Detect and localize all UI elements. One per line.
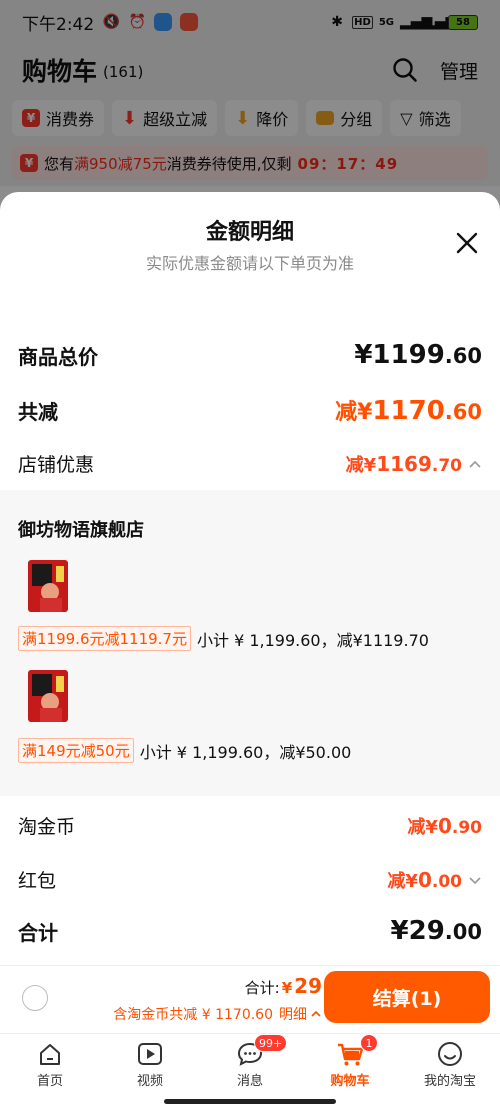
sum-value: ¥29.00: [391, 916, 482, 946]
chevron-up-icon: [311, 1010, 321, 1017]
hongbao-label: 红包: [18, 870, 57, 892]
store-discount-label: 店铺优惠: [18, 454, 95, 476]
checkout-discount-text: 含淘金币共减 ¥ 1170.60: [113, 1007, 273, 1023]
promo-tag: 满1199.6元减1119.7元: [18, 626, 191, 651]
discount-prefix: 减¥: [345, 454, 377, 476]
goods-total-value: ¥1199.60: [354, 340, 482, 370]
currency-symbol: ¥: [390, 916, 409, 946]
video-icon: [138, 1043, 162, 1065]
store-promo-line: 满1199.6元减1119.7元 小计 ¥ 1,199.60，减¥1119.70: [18, 626, 429, 651]
hongbao-value: 减¥ 0.00: [387, 867, 462, 893]
amount-decimal: .00: [431, 871, 462, 892]
tab-label: 首页: [36, 1074, 63, 1089]
tab-label: 我的淘宝: [423, 1074, 476, 1089]
home-indicator[interactable]: [164, 1099, 336, 1104]
tab-profile[interactable]: 我的淘宝: [400, 1034, 500, 1093]
product-image: [28, 560, 68, 612]
amount-integer: 1199: [372, 340, 445, 370]
hongbao-row[interactable]: 红包 减¥ 0.00: [18, 866, 482, 893]
store-discount-value: 减¥ 1169.70: [346, 451, 462, 477]
home-icon: [40, 1044, 60, 1065]
sheet-subtitle: 实际优惠金额请以下单页为准: [145, 254, 354, 273]
goods-total-row: 商品总价 ¥1199.60: [18, 340, 482, 370]
tab-label: 视频: [136, 1074, 163, 1089]
checkout-bar: 合计: ¥ 29 含淘金币共减 ¥ 1170.60 明细 结算(1): [0, 965, 500, 1033]
promo-subtotal: 小计 ¥ 1,199.60，减¥50.00: [139, 742, 352, 762]
amount-decimal: .90: [451, 817, 482, 838]
amount-decimal: .70: [431, 455, 462, 476]
goods-total-label: 商品总价: [18, 344, 98, 369]
sum-label: 合计: [18, 920, 58, 945]
checkout-total-label: 合计:: [244, 979, 280, 997]
detail-label: 明细: [279, 1007, 307, 1023]
tab-label: 消息: [236, 1074, 263, 1089]
discount-prefix: 减¥: [387, 870, 418, 892]
amount-decimal: .00: [444, 920, 482, 944]
promo-subtotal: 小计 ¥ 1,199.60，减¥1119.70: [196, 630, 429, 650]
total-discount-label: 共减: [18, 399, 58, 424]
close-icon[interactable]: [454, 230, 480, 256]
amount-integer: 0: [417, 867, 432, 892]
amount-integer: 0: [437, 813, 452, 838]
amount-integer: 29: [408, 916, 445, 946]
tab-home[interactable]: 首页: [0, 1034, 100, 1093]
profile-icon: [438, 1042, 462, 1066]
cart-badge: 1: [360, 1034, 378, 1052]
tab-messages[interactable]: 99+ 消息: [200, 1034, 300, 1093]
amount-integer: 1170: [372, 396, 445, 426]
sheet-title: 金额明细: [205, 220, 294, 245]
tab-cart[interactable]: 1 购物车: [300, 1034, 400, 1093]
discount-prefix: 减¥: [407, 816, 438, 838]
store-promo-line: 满149元减50元 小计 ¥ 1,199.60，减¥50.00: [18, 738, 351, 763]
total-discount-row: 共减 减¥ 1170.60: [18, 394, 482, 426]
message-badge: 99+: [254, 1034, 288, 1052]
taojinbi-row: 淘金币 减¥ 0.90: [18, 812, 482, 839]
detail-toggle[interactable]: 明细: [279, 1004, 322, 1024]
tab-video[interactable]: 视频: [100, 1034, 200, 1093]
store-discount-detail: 御坊物语旗舰店 满1199.6元减1119.7元 小计 ¥ 1,199.60，减…: [0, 490, 500, 796]
select-all-checkbox[interactable]: [22, 985, 48, 1011]
currency-symbol: ¥: [281, 979, 293, 997]
amount-integer: 1169: [376, 451, 432, 476]
total-discount-value: 减¥ 1170.60: [335, 394, 482, 426]
amount-decimal: .60: [444, 344, 482, 368]
chevron-up-icon[interactable]: [468, 457, 482, 471]
tab-label: 购物车: [330, 1074, 370, 1089]
store-discount-row[interactable]: 店铺优惠 减¥ 1169.70: [18, 450, 482, 477]
checkout-total: 合计: ¥ 29: [245, 974, 322, 998]
product-image: [28, 670, 68, 722]
currency-symbol: ¥: [354, 340, 373, 370]
discount-prefix: 减¥: [335, 400, 373, 425]
taojinbi-label: 淘金币: [18, 816, 76, 838]
taojinbi-value: 减¥ 0.90: [407, 813, 482, 839]
settle-button[interactable]: 结算(1): [324, 971, 490, 1023]
checkout-discount-summary: 含淘金币共减 ¥ 1170.60 明细: [113, 1004, 322, 1024]
promo-tag: 满149元减50元: [18, 738, 134, 763]
amount-detail-sheet: 金额明细 实际优惠金额请以下单页为准 商品总价 ¥1199.60 共减 减¥ 11…: [0, 192, 500, 965]
store-name: 御坊物语旗舰店: [18, 520, 144, 541]
bottom-tab-bar: 首页 视频 99+ 消息 1 购物车 我的淘宝: [0, 1033, 500, 1093]
amount-decimal: .60: [444, 400, 482, 424]
checkout-total-value: 29: [294, 974, 322, 998]
sum-row: 合计 ¥29.00: [18, 916, 482, 946]
chevron-down-icon[interactable]: [468, 873, 482, 887]
